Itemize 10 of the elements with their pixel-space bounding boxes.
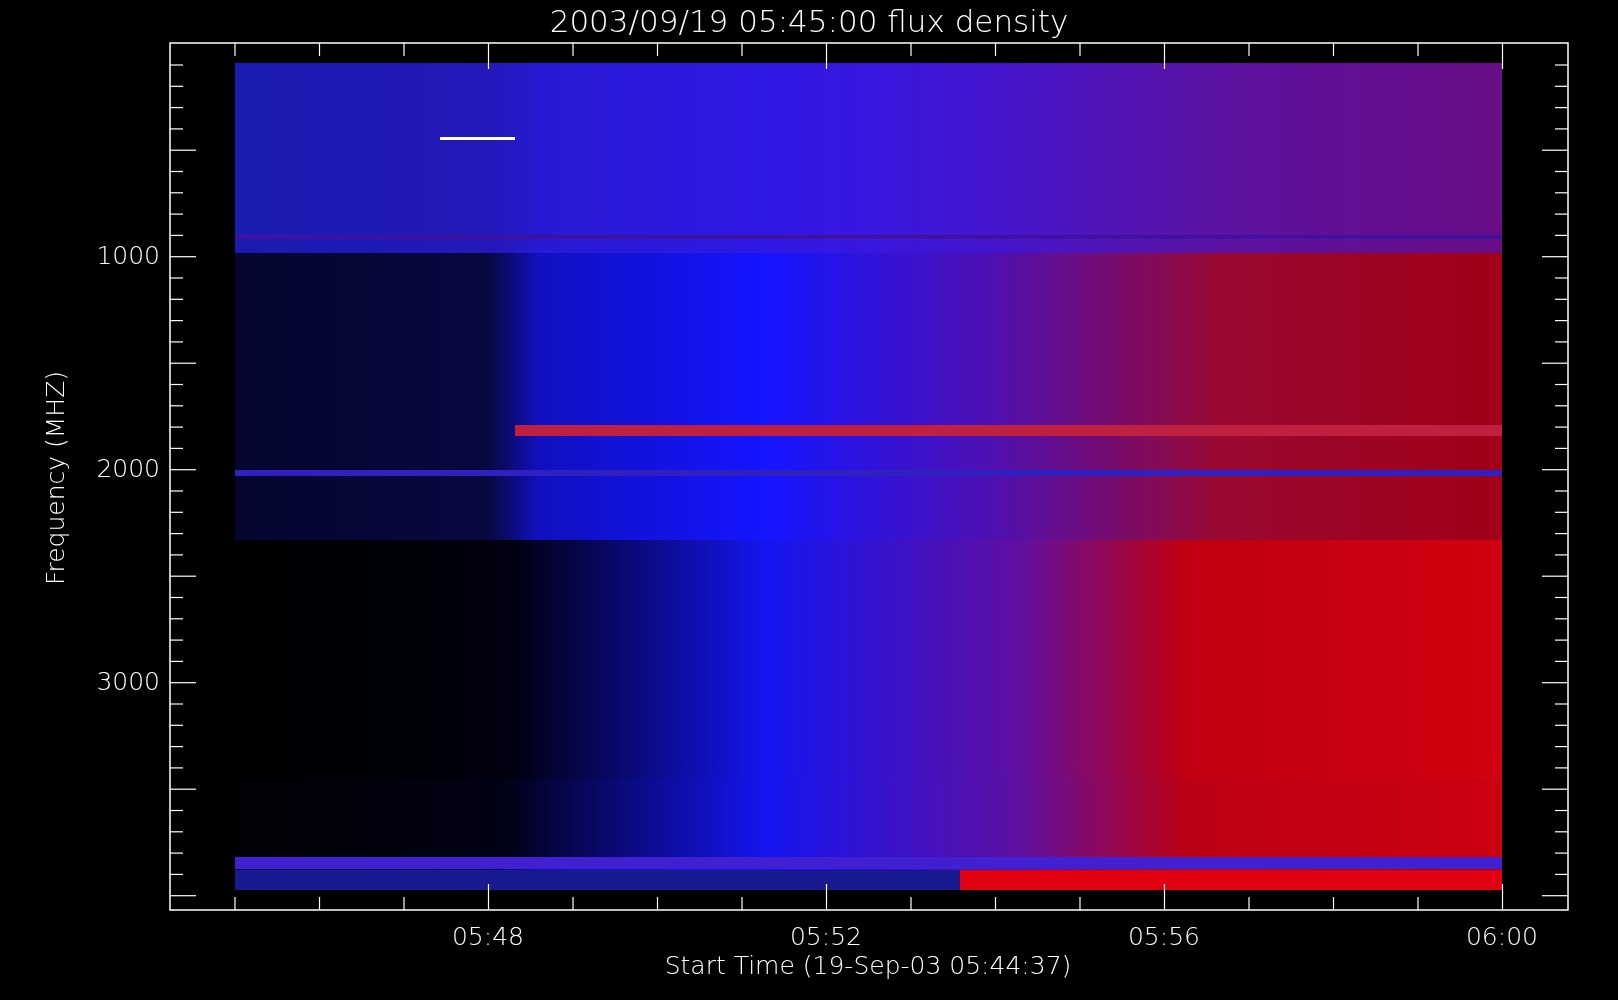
x-tick-label: 05:56 [1128, 922, 1200, 951]
x-tick-label: 05:48 [452, 922, 524, 951]
y-tick-label: 2000 [96, 454, 160, 483]
y-axis-label: Frequency (MHZ) [41, 370, 70, 586]
x-tick-label: 06:00 [1466, 922, 1538, 951]
x-tick-label: 05:52 [790, 922, 862, 951]
chart-title: 2003/09/19 05:45:00 flux density [549, 3, 1069, 39]
y-tick-label: 3000 [96, 667, 160, 696]
y-tick-label: 1000 [96, 241, 160, 270]
x-axis-label: Start Time (19-Sep-03 05:44:37) [664, 951, 1072, 980]
